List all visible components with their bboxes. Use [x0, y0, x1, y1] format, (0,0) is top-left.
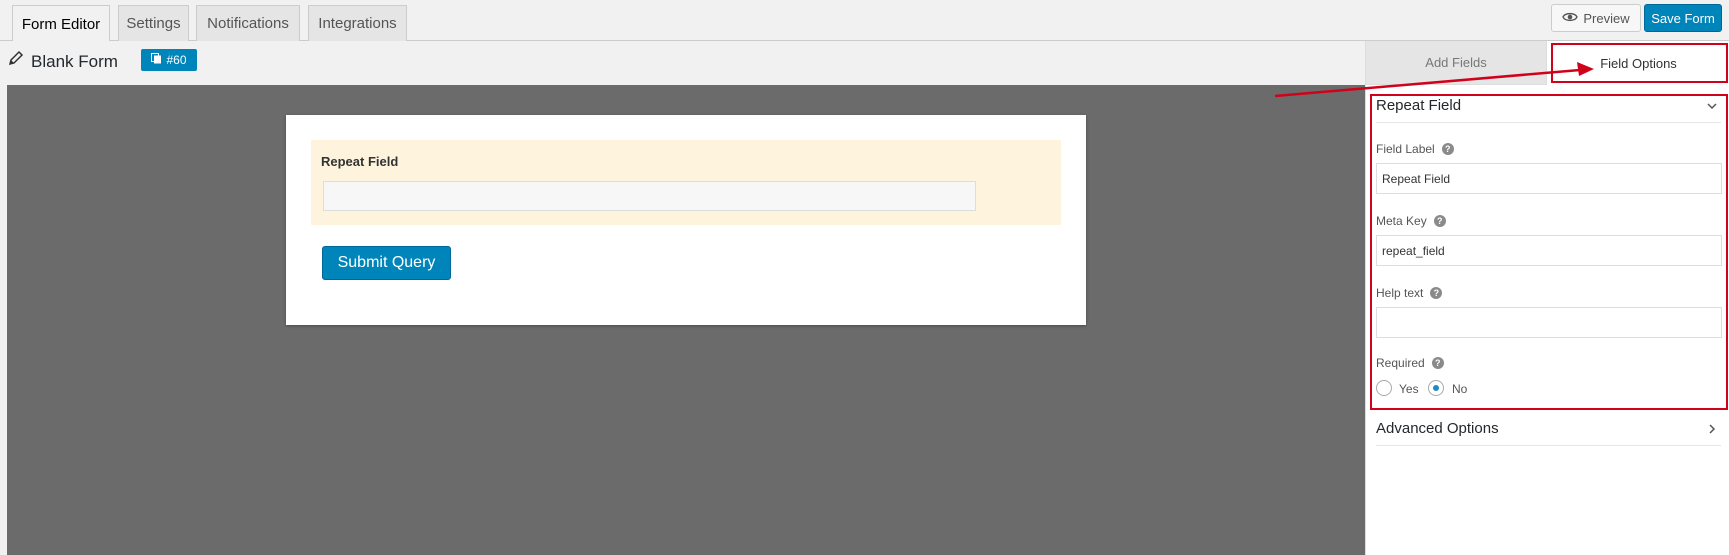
- field-settings-highlight: [1370, 94, 1728, 410]
- repeat-field-input[interactable]: [323, 181, 976, 211]
- tab-add-fields[interactable]: Add Fields: [1366, 41, 1547, 85]
- submit-query-button[interactable]: Submit Query: [322, 246, 451, 280]
- top-tab-bar: Form Editor Settings Notifications Integ…: [0, 0, 1729, 42]
- divider: [1376, 445, 1721, 446]
- field-options-highlight: [1551, 43, 1728, 83]
- form-title[interactable]: Blank Form: [31, 52, 118, 72]
- eye-icon: [1562, 11, 1579, 26]
- preview-label: Preview: [1583, 10, 1630, 26]
- form-title-bar: Blank Form #60: [0, 41, 1365, 85]
- form-id: #60: [166, 53, 187, 67]
- save-form-button[interactable]: Save Form: [1644, 4, 1722, 32]
- preview-button[interactable]: Preview: [1551, 4, 1641, 32]
- form-id-badge[interactable]: #60: [141, 49, 197, 71]
- repeat-field-label: Repeat Field: [321, 154, 399, 169]
- copy-icon: [151, 53, 162, 67]
- tab-settings[interactable]: Settings: [118, 5, 189, 41]
- chevron-right-icon[interactable]: [1706, 422, 1720, 436]
- tab-form-editor[interactable]: Form Editor: [12, 5, 110, 42]
- tab-notifications[interactable]: Notifications: [196, 5, 300, 41]
- form-preview: Repeat Field Submit Query: [286, 115, 1086, 325]
- advanced-options-header[interactable]: Advanced Options: [1376, 420, 1499, 437]
- field-options-panel: Add Fields Field Options Repeat Field Fi…: [1365, 41, 1729, 555]
- tab-integrations[interactable]: Integrations: [308, 5, 407, 41]
- pencil-icon[interactable]: [8, 50, 26, 68]
- repeat-field-block[interactable]: Repeat Field: [311, 140, 1061, 225]
